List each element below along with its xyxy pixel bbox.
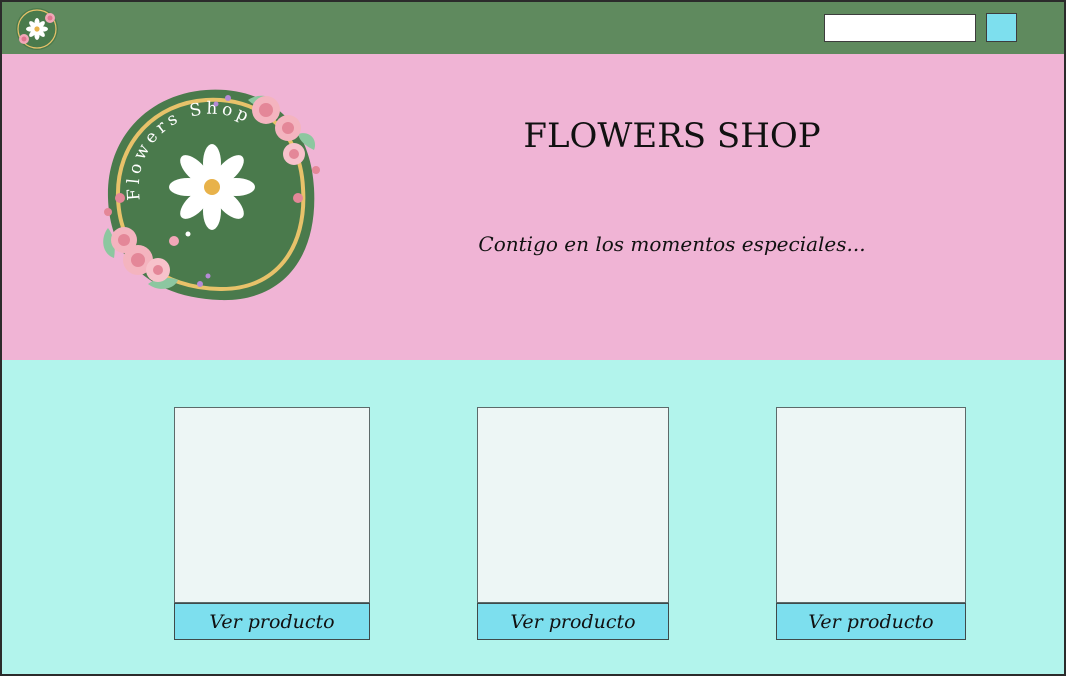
product-card: Ver producto xyxy=(174,407,370,640)
hero-banner: Flowers Shop FLOWERS SHOP Contigo en los… xyxy=(2,54,1064,360)
page-frame: Flowers Shop FLOWERS SHOP Contigo en los… xyxy=(0,0,1066,676)
flowers-shop-logo-icon[interactable] xyxy=(14,6,60,52)
shop-title: FLOWERS SHOP xyxy=(523,116,821,156)
tagline: Contigo en los momentos especiales... xyxy=(478,232,866,256)
product-image-placeholder[interactable] xyxy=(174,407,370,603)
top-bar xyxy=(2,2,1064,54)
product-card: Ver producto xyxy=(776,407,966,640)
product-card: Ver producto xyxy=(477,407,669,640)
flowers-shop-logo: Flowers Shop xyxy=(103,89,320,301)
ver-producto-button[interactable]: Ver producto xyxy=(174,603,370,640)
ver-producto-button[interactable]: Ver producto xyxy=(776,603,966,640)
ver-producto-button[interactable]: Ver producto xyxy=(477,603,669,640)
products-section: Ver producto Ver producto Ver producto xyxy=(2,360,1064,674)
search-button[interactable] xyxy=(986,13,1017,42)
product-image-placeholder[interactable] xyxy=(477,407,669,603)
search-input[interactable] xyxy=(824,14,976,42)
product-image-placeholder[interactable] xyxy=(776,407,966,603)
